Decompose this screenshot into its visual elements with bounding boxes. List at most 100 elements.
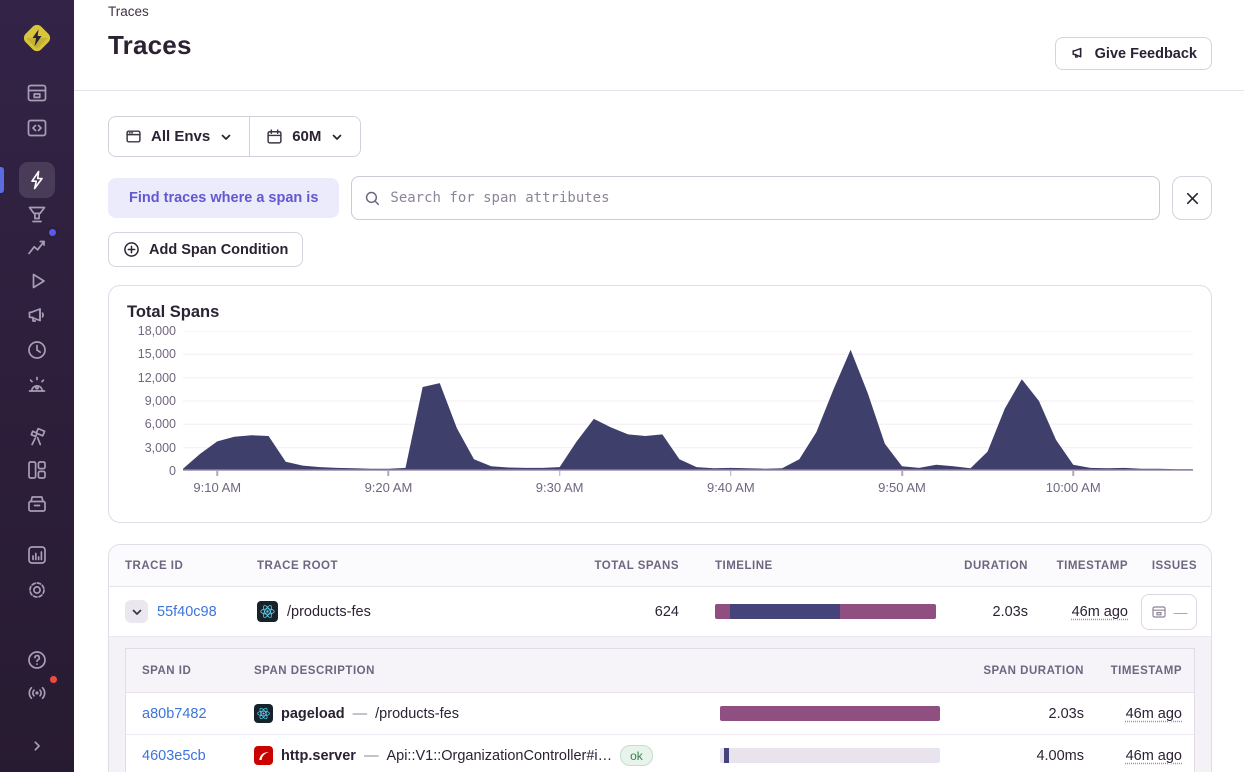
- y-tick-label: 12,000: [137, 370, 176, 385]
- total-spans-chart-card: Total Spans 0 3,000 6,000 9,000 12,000 15,000…: [108, 285, 1212, 523]
- breadcrumb[interactable]: Traces: [108, 0, 1212, 19]
- separator-dash: —: [352, 705, 368, 722]
- page-filters: All Envs 60M: [108, 116, 362, 157]
- sidebar-item-dashboards[interactable]: [19, 453, 55, 487]
- rails-project-icon: [254, 746, 273, 765]
- sidebar-item-whats-new[interactable]: [19, 674, 59, 710]
- stats-icon: [28, 546, 46, 564]
- span-timeline-bar: [720, 706, 940, 721]
- time-range-filter-button[interactable]: 60M: [250, 117, 361, 156]
- sidebar-item-projects[interactable]: [19, 111, 55, 145]
- react-project-icon: [257, 601, 278, 622]
- window-icon: [126, 130, 141, 143]
- x-tick-mark: [1072, 471, 1074, 476]
- x-tick-label: 9:10 AM: [193, 480, 242, 495]
- col-span-duration: Span Duration: [983, 664, 1084, 677]
- col-span-description: Span Description: [254, 664, 375, 677]
- span-table-header: Span ID Span Description Span Duration T…: [126, 649, 1194, 693]
- environment-filter-label: All Envs: [151, 128, 211, 145]
- y-tick-label: 9,000: [144, 394, 176, 408]
- sidebar-collapse-button[interactable]: [19, 729, 55, 763]
- chart-title: Total Spans: [127, 303, 220, 321]
- col-issues: Issues: [1151, 559, 1197, 572]
- funnel-icon: [28, 206, 46, 223]
- traces-table-header: Trace ID Trace Root Total Spans Timeline…: [109, 545, 1211, 587]
- trace-expanded-section: Span ID Span Description Span Duration T…: [109, 636, 1211, 772]
- add-span-condition-button[interactable]: Add Span Condition: [108, 232, 304, 267]
- chevron-down-icon: [221, 134, 231, 140]
- sidebar-item-explore[interactable]: [19, 162, 55, 198]
- span-row: 4603e5cb http.server — Api::V1::Organiza…: [126, 735, 1194, 772]
- span-timestamp[interactable]: 46m ago: [1084, 706, 1182, 722]
- span-description: Api::V1::OrganizationController#i…: [386, 747, 613, 764]
- x-tick-mark: [730, 471, 732, 476]
- span-id-link[interactable]: 4603e5cb: [142, 748, 206, 764]
- total-spans-plot[interactable]: [183, 331, 1193, 471]
- x-tick-mark: [216, 471, 218, 476]
- span-search-input[interactable]: [390, 177, 1147, 219]
- filter-bar: All Envs 60M: [108, 116, 1212, 157]
- drawer-icon: [28, 496, 46, 512]
- col-duration: Duration: [964, 559, 1028, 572]
- notification-dot-red: [48, 674, 59, 685]
- sidebar-item-performance[interactable]: [19, 227, 58, 264]
- sidebar-item-insights[interactable]: [19, 197, 55, 231]
- expand-trace-button[interactable]: [125, 600, 148, 623]
- x-tick-mark: [901, 471, 903, 476]
- x-tick-mark: [558, 471, 561, 476]
- main-content: Traces Traces Give Feedback All Envs 60M…: [74, 0, 1244, 772]
- timeline-segment: [723, 748, 730, 763]
- col-span-id: Span ID: [142, 664, 192, 677]
- trace-timestamp[interactable]: 46m ago: [1028, 604, 1128, 620]
- issues-icon: [27, 84, 47, 102]
- sidebar-item-releases[interactable]: [19, 333, 55, 367]
- sidebar-item-stats[interactable]: [19, 538, 55, 572]
- timeline-segment: [840, 604, 936, 619]
- sidebar-item-feedback[interactable]: [19, 299, 55, 333]
- give-feedback-button[interactable]: Give Feedback: [1054, 37, 1212, 70]
- play-icon: [32, 273, 45, 289]
- trace-issues-pill[interactable]: —: [1141, 593, 1197, 630]
- span-timestamp[interactable]: 46m ago: [1084, 748, 1182, 764]
- megaphone-icon: [28, 308, 44, 322]
- page-title: Traces: [108, 30, 192, 60]
- sidebar-item-issues[interactable]: [19, 76, 55, 110]
- trace-root-name: /products-fes: [287, 603, 371, 620]
- sidebar-item-replays[interactable]: [19, 264, 55, 298]
- trace-total-spans: 624: [654, 603, 679, 620]
- projects-icon: [27, 119, 47, 137]
- sidebar-item-help[interactable]: [19, 643, 55, 677]
- span-search-box[interactable]: [351, 176, 1160, 220]
- trace-duration: 2.03s: [992, 603, 1028, 620]
- sidebar-item-discover[interactable]: [19, 419, 55, 453]
- timeline-segment: [730, 604, 841, 619]
- line-chart-icon: [28, 240, 45, 255]
- timeline-segment: [720, 706, 940, 721]
- sentry-logo-icon[interactable]: [19, 20, 55, 56]
- total-spans-plot-svg: [183, 331, 1193, 471]
- time-range-filter-label: 60M: [292, 128, 322, 145]
- environment-filter-button[interactable]: All Envs: [109, 117, 250, 156]
- sidebar-item-crons[interactable]: [19, 368, 55, 402]
- add-span-condition-label: Add Span Condition: [149, 241, 289, 258]
- give-feedback-label: Give Feedback: [1094, 45, 1197, 62]
- col-total-spans: Total Spans: [594, 559, 679, 572]
- sidebar-item-archive[interactable]: [19, 487, 55, 521]
- react-project-icon: [254, 704, 273, 723]
- x-tick-label: 9:30 AM: [535, 480, 584, 495]
- sidebar-item-settings[interactable]: [19, 573, 55, 607]
- clear-condition-button[interactable]: [1172, 176, 1212, 220]
- span-description: /products-fes: [375, 705, 459, 722]
- y-tick-label: 6,000: [144, 417, 176, 432]
- close-icon: [1186, 192, 1198, 204]
- x-axis-labels: 9:10 AM 9:20 AM 9:30 AM 9:40 AM 9:50 AM 10:00…: [183, 471, 1193, 499]
- col-trace-id: Trace ID: [125, 559, 184, 572]
- chevron-right-icon: [34, 741, 40, 751]
- col-trace-root: Trace Root: [257, 559, 339, 572]
- trace-id-link[interactable]: 55f40c98: [157, 604, 217, 620]
- span-op: http.server: [281, 747, 356, 764]
- span-status-badge: ok: [620, 745, 653, 766]
- span-id-link[interactable]: a80b7482: [142, 706, 207, 722]
- chevron-down-icon: [132, 609, 141, 615]
- telescope-icon: [30, 427, 46, 446]
